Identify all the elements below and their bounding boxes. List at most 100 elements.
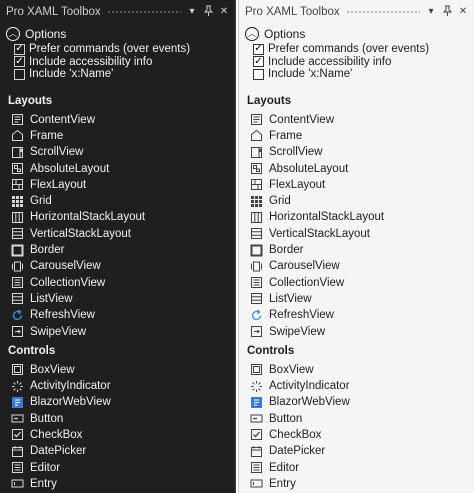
checkbox-unchecked[interactable] [253, 68, 264, 80]
option-accessibility[interactable]: ✓ Include accessibility info [239, 56, 474, 69]
item-label: HorizontalStackLayout [30, 211, 146, 224]
collapse-icon[interactable]: ︿ [245, 27, 259, 41]
option-label: Prefer commands (over events) [29, 43, 191, 56]
layouts-item-frame[interactable]: Frame [239, 128, 474, 144]
close-icon[interactable]: ✕ [219, 7, 229, 17]
pin-icon[interactable] [203, 5, 213, 19]
grid-icon [11, 195, 24, 208]
layouts-item-refreshview[interactable]: RefreshView [0, 307, 235, 323]
item-label: FlexLayout [30, 178, 87, 191]
layouts-item-scrollview[interactable]: ScrollView [239, 144, 474, 160]
close-icon[interactable]: ✕ [458, 7, 468, 17]
layouts-item-verticalstacklayout[interactable]: VerticalStackLayout [239, 226, 474, 242]
layouts-item-absolutelayout[interactable]: AbsoluteLayout [239, 160, 474, 176]
option-accessibility[interactable]: ✓ Include accessibility info [0, 56, 235, 69]
layouts-item-carouselview[interactable]: CarouselView [0, 258, 235, 274]
collapse-icon[interactable]: ︿ [6, 27, 20, 41]
layouts-item-collectionview[interactable]: CollectionView [0, 274, 235, 290]
item-label: HorizontalStackLayout [269, 211, 385, 224]
layouts-item-flexlayout[interactable]: FlexLayout [239, 177, 474, 193]
controls-item-activityindicator[interactable]: ActivityIndicator [239, 378, 474, 394]
controls-item-boxview[interactable]: BoxView [239, 362, 474, 378]
layouts-item-horizontalstacklayout[interactable]: HorizontalStackLayout [0, 209, 235, 225]
option-xname[interactable]: Include 'x:Name' [0, 68, 235, 81]
controls-item-checkbox[interactable]: CheckBox [0, 427, 235, 443]
controls-item-button[interactable]: Button [239, 411, 474, 427]
item-label: Entry [30, 477, 57, 490]
dropdown-icon[interactable]: ▾ [426, 7, 436, 17]
checkbox-checked[interactable]: ✓ [14, 43, 25, 55]
layouts-item-grid[interactable]: Grid [239, 193, 474, 209]
controls-item-activityindicator[interactable]: ActivityIndicator [0, 378, 235, 394]
item-label: ActivityIndicator [30, 380, 111, 393]
blazor-webview-icon [250, 396, 263, 409]
controls-item-blazorwebview[interactable]: BlazorWebView [0, 394, 235, 410]
layouts-item-swipeview[interactable]: SwipeView [0, 323, 235, 339]
layouts-item-absolutelayout[interactable]: AbsoluteLayout [0, 160, 235, 176]
item-label: SwipeView [269, 325, 326, 338]
layouts-item-contentview[interactable]: ContentView [0, 112, 235, 128]
layouts-item-border[interactable]: Border [0, 242, 235, 258]
option-prefer-commands[interactable]: ✓ Prefer commands (over events) [0, 43, 235, 56]
layouts-item-swipeview[interactable]: SwipeView [239, 323, 474, 339]
title-drag-grip[interactable] [345, 9, 420, 15]
options-header[interactable]: ︿ Options [239, 25, 474, 43]
layouts-item-border[interactable]: Border [239, 242, 474, 258]
controls-item-datepicker[interactable]: DatePicker [0, 443, 235, 459]
content-view-icon [250, 113, 263, 126]
options-header[interactable]: ︿ Options [0, 25, 235, 43]
item-label: ListView [30, 292, 73, 305]
controls-item-editor[interactable]: Editor [0, 459, 235, 475]
item-label: CheckBox [30, 428, 83, 441]
item-label: BlazorWebView [30, 396, 111, 409]
layouts-item-refreshview[interactable]: RefreshView [239, 307, 474, 323]
title-drag-grip[interactable] [106, 9, 181, 15]
collection-view-icon [250, 276, 263, 289]
option-label: Include 'x:Name' [29, 68, 114, 81]
controls-item-boxview[interactable]: BoxView [0, 362, 235, 378]
item-label: RefreshView [269, 309, 334, 322]
checkbox-unchecked[interactable] [14, 68, 25, 80]
dropdown-icon[interactable]: ▾ [187, 7, 197, 17]
checkbox-checked[interactable]: ✓ [14, 56, 25, 68]
item-label: Grid [30, 195, 52, 208]
checkbox-checked[interactable]: ✓ [253, 56, 264, 68]
layouts-item-verticalstacklayout[interactable]: VerticalStackLayout [0, 226, 235, 242]
layouts-item-collectionview[interactable]: CollectionView [239, 274, 474, 290]
layouts-item-flexlayout[interactable]: FlexLayout [0, 177, 235, 193]
layouts-item-frame[interactable]: Frame [0, 128, 235, 144]
item-label: Border [30, 244, 65, 257]
button-icon [250, 412, 263, 425]
layouts-item-horizontalstacklayout[interactable]: HorizontalStackLayout [239, 209, 474, 225]
layouts-item-listview[interactable]: ListView [239, 291, 474, 307]
flex-layout-icon [250, 178, 263, 191]
controls-item-button[interactable]: Button [0, 411, 235, 427]
controls-list: BoxView ActivityIndicator BlazorWebView But… [239, 362, 474, 492]
controls-item-checkbox[interactable]: CheckBox [239, 427, 474, 443]
panel-titlebar: Pro XAML Toolbox ▾ ✕ [239, 0, 474, 24]
layouts-item-listview[interactable]: ListView [0, 291, 235, 307]
carousel-icon [11, 260, 24, 273]
item-label: RefreshView [30, 309, 95, 322]
item-label: CarouselView [30, 260, 101, 273]
controls-item-datepicker[interactable]: DatePicker [239, 443, 474, 459]
layouts-list: ContentView Frame ScrollView AbsoluteLayout… [239, 112, 474, 340]
item-label: VerticalStackLayout [269, 227, 371, 240]
layouts-item-scrollview[interactable]: ScrollView [0, 144, 235, 160]
scroll-view-icon [11, 146, 24, 159]
date-picker-icon [11, 445, 24, 458]
controls-item-blazorwebview[interactable]: BlazorWebView [239, 394, 474, 410]
option-xname[interactable]: Include 'x:Name' [239, 68, 474, 81]
collection-view-icon [11, 276, 24, 289]
layouts-item-contentview[interactable]: ContentView [239, 112, 474, 128]
checkbox-checked[interactable]: ✓ [253, 43, 264, 55]
panel-title: Pro XAML Toolbox [6, 6, 101, 18]
option-prefer-commands[interactable]: ✓ Prefer commands (over events) [239, 43, 474, 56]
controls-item-entry[interactable]: Entry [239, 476, 474, 492]
pin-icon[interactable] [442, 5, 452, 19]
controls-item-editor[interactable]: Editor [239, 459, 474, 475]
controls-item-entry[interactable]: Entry [0, 476, 235, 492]
item-label: VerticalStackLayout [30, 227, 132, 240]
layouts-item-carouselview[interactable]: CarouselView [239, 258, 474, 274]
layouts-item-grid[interactable]: Grid [0, 193, 235, 209]
